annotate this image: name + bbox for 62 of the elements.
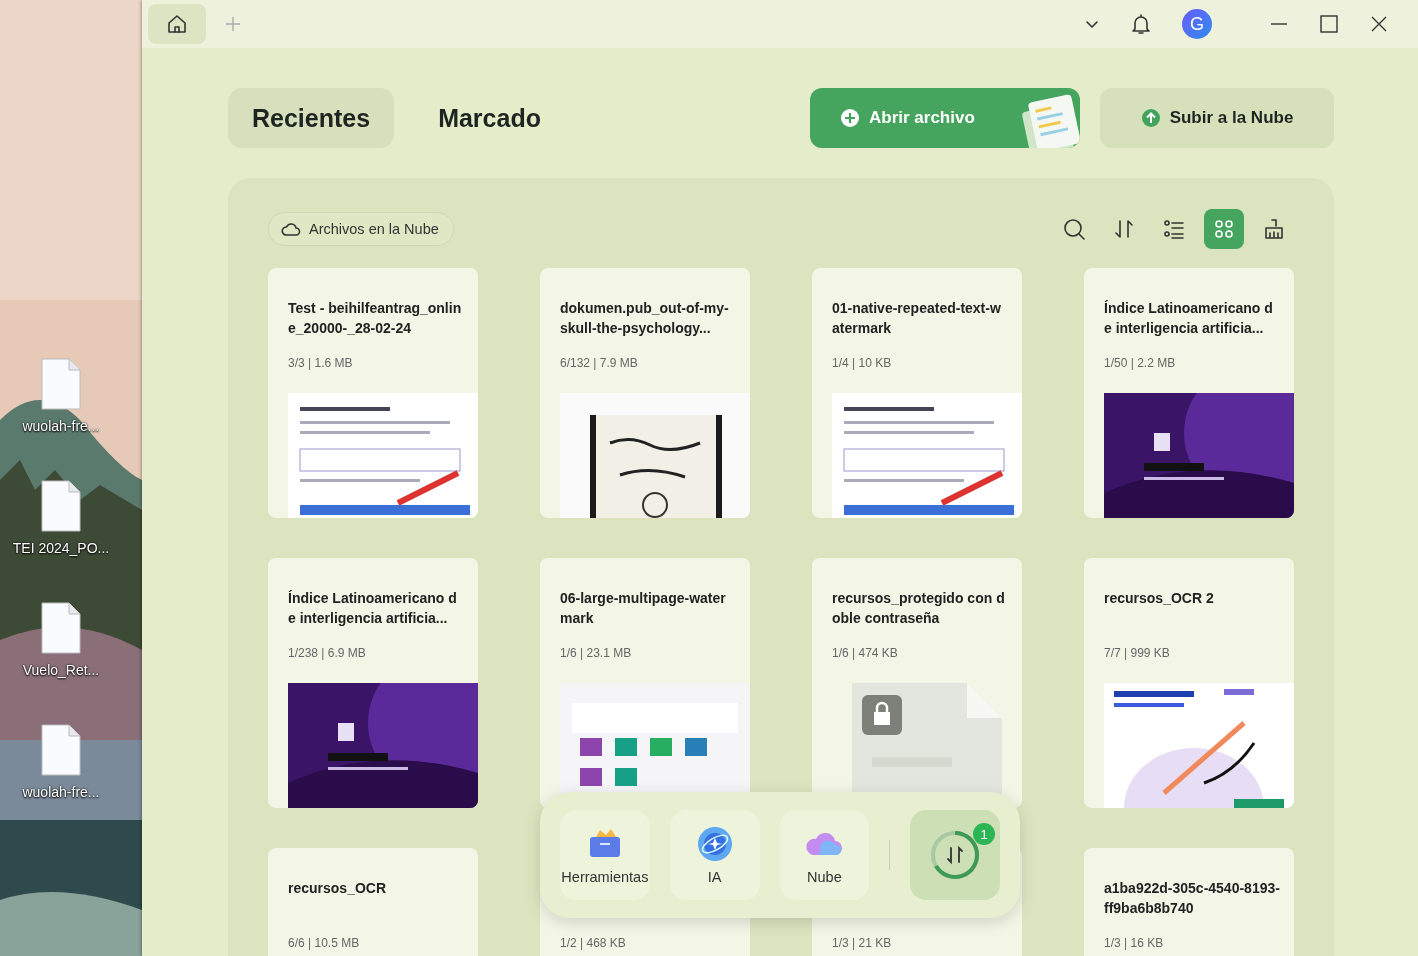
ai-sparkle-icon — [695, 825, 734, 863]
file-card[interactable]: a1ba922d-305c-4540-8193-ff9ba6b8b740 1/3 | 16 KB — [1084, 848, 1294, 956]
file-card[interactable]: recursos_protegido con doble contraseña 1/6 | 474 KB — [812, 558, 1022, 808]
home-tab[interactable] — [148, 4, 206, 44]
broom-icon — [1262, 217, 1286, 241]
nav-tab[interactable]: Recientes — [228, 88, 395, 148]
file-title: recursos_OCR — [288, 879, 388, 898]
avatar[interactable]: G — [1182, 9, 1212, 39]
file-card[interactable]: Test - beihilfeantrag_online_20000-_28-02-24 3/3 | 1.6 MB — [268, 268, 478, 518]
notification-icon[interactable] — [1130, 12, 1152, 36]
file-icon[interactable] — [41, 480, 81, 532]
file-card[interactable]: Índice Latinoamericano de interligencia artificia... 1/238 | 6.9 MB — [268, 558, 478, 808]
file-icon[interactable] — [41, 602, 81, 654]
file-meta: 6/6 | 10.5 MB — [288, 935, 361, 951]
file-meta: 3/3 | 1.6 MB — [288, 355, 354, 371]
file-title: 06-large-multipage-watermark — [560, 589, 727, 628]
upload-icon — [1140, 108, 1161, 128]
file-name[interactable]: Vuelo_Ret... — [11, 660, 111, 680]
cloud-icon — [281, 221, 301, 237]
file-meta: 1/50 | 2.2 MB — [1104, 355, 1177, 371]
plus-icon — [840, 108, 860, 128]
maximize-icon[interactable] — [1320, 15, 1338, 33]
file-card[interactable]: recursos_OCR 6/6 | 10.5 MB — [268, 848, 478, 956]
file-meta: 1/6 | 474 KB — [832, 645, 899, 661]
file-name[interactable]: TEI 2024_PO... — [11, 538, 111, 558]
file-meta: 1/3 | 16 KB — [1104, 935, 1165, 951]
file-title: recursos_protegido con doble contraseña — [832, 589, 1006, 628]
file-icon[interactable] — [41, 724, 81, 776]
file-meta: 1/238 | 6.9 MB — [288, 645, 367, 661]
file-name[interactable]: wuolah-fre... — [11, 782, 111, 802]
file-title: a1ba922d-305c-4540-8193-ff9ba6b8b740 — [1104, 879, 1280, 918]
list-view-icon — [1162, 217, 1186, 241]
close-icon[interactable] — [1370, 15, 1388, 33]
file-title: Índice Latinoamericano de interligencia artificia... — [1104, 299, 1274, 338]
file-card[interactable]: Índice Latinoamericano de interligencia artificia... 1/50 | 2.2 MB — [1084, 268, 1294, 518]
file-meta: 7/7 | 999 KB — [1104, 645, 1171, 661]
file-card[interactable]: 01-native-repeated-text-watermark 1/4 | 10 KB — [812, 268, 1022, 518]
grid-view-button[interactable] — [1204, 209, 1244, 249]
file-card[interactable]: dokumen.pub_out-of-my-skull-the-psychology... 6/132 | 7.9 MB — [540, 268, 750, 518]
file-meta: 1/3 | 21 KB — [832, 935, 893, 951]
ai-button[interactable]: IA — [669, 810, 760, 900]
cloud-button[interactable]: Nube — [779, 810, 870, 900]
file-meta: 1/2 | 468 KB — [560, 935, 627, 951]
file-title: recursos_OCR 2 — [1104, 589, 1215, 608]
file-title: Índice Latinoamericano de interligencia artificia... — [288, 589, 458, 628]
upload-button[interactable]: Subir a la Nube — [1100, 88, 1334, 148]
file-card[interactable]: 06-large-multipage-watermark 1/6 | 23.1 MB — [540, 558, 750, 808]
tools-button[interactable]: Herramientas — [560, 810, 650, 900]
notification-badge: 1 — [973, 823, 995, 845]
file-title: dokumen.pub_out-of-my-skull-the-psychology... — [560, 299, 730, 338]
home-icon — [165, 12, 189, 36]
file-card[interactable]: recursos_OCR 2 7/7 | 999 KB — [1084, 558, 1294, 808]
nav-tab[interactable]: Marcado — [414, 88, 565, 148]
cloud-filter-button[interactable]: Archivos en la Nube — [268, 212, 454, 246]
file-title: 01-native-repeated-text-watermark — [832, 299, 1002, 338]
file-meta: 1/4 | 10 KB — [832, 355, 893, 371]
file-meta: 6/132 | 7.9 MB — [560, 355, 639, 371]
file-meta: 1/6 | 23.1 MB — [560, 645, 633, 661]
grid-view-icon — [1212, 217, 1236, 241]
search-icon — [1062, 217, 1086, 241]
sort-icon — [1112, 217, 1136, 241]
file-title: Test - beihilfeantrag_online_20000-_28-02-24 — [288, 299, 463, 338]
